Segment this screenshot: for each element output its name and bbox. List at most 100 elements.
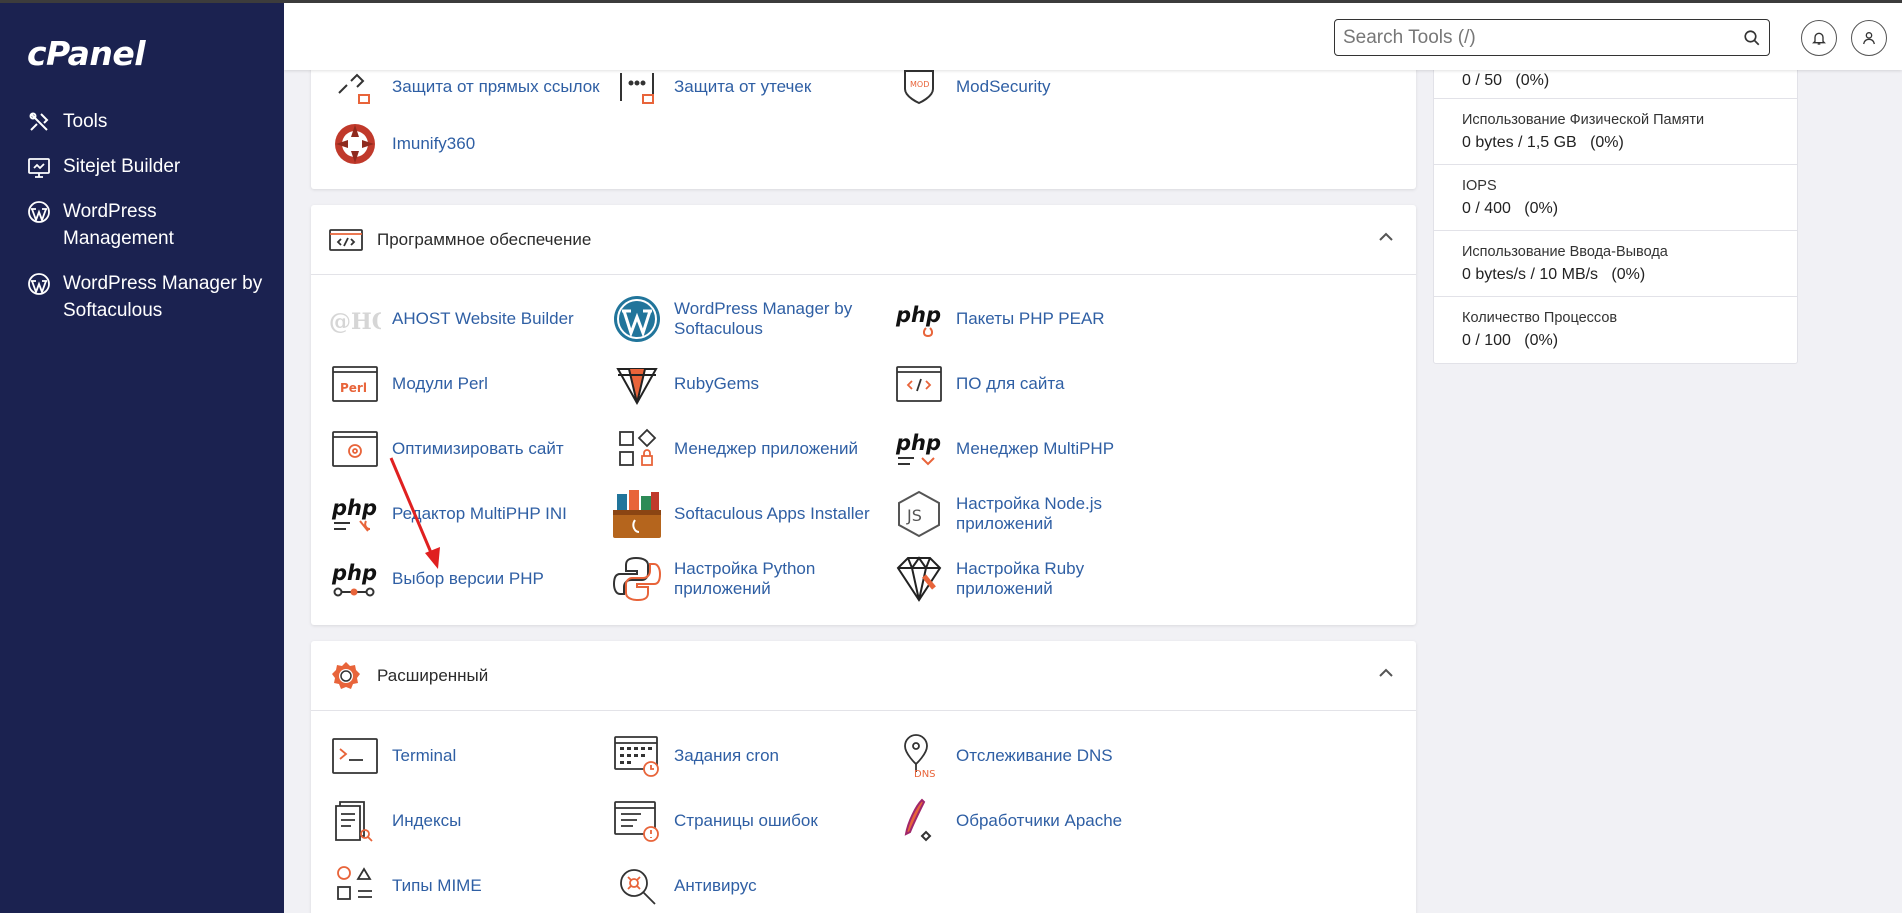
tool-softaculous-apps-installer[interactable]: Softaculous Apps Installer	[611, 487, 893, 541]
wordpress-icon	[28, 273, 50, 295]
notifications-button[interactable]	[1801, 20, 1837, 56]
window-top-border	[0, 0, 1902, 3]
tool-imunify360[interactable]: Imunify360	[329, 117, 611, 171]
tools-icon	[29, 112, 49, 131]
stat-row: Использование Физической Памяти 0 bytes …	[1434, 99, 1797, 165]
tool-php-pear[interactable]: php Пакеты PHP PEAR	[893, 292, 1175, 346]
tool-wordpress-manager[interactable]: WordPress Manager by Softaculous	[611, 292, 893, 346]
cron-icon	[611, 730, 663, 782]
gear-icon	[329, 659, 363, 693]
tool-site-software[interactable]: ПО для сайта	[893, 357, 1175, 411]
sidebar-item-label: Tools	[63, 111, 108, 132]
tool-perl-modules[interactable]: Perl Модули Perl	[329, 357, 611, 411]
panel-title: Программное обеспечение	[377, 229, 592, 249]
php-pear-icon: php	[893, 293, 945, 345]
multiphp-ini-icon: php	[329, 488, 381, 540]
chevron-up-icon[interactable]	[1378, 668, 1394, 678]
search-input[interactable]	[1343, 26, 1743, 49]
mime-icon	[329, 860, 381, 912]
sidebar: cPanel Tools Sitejet Builder WordPress M…	[0, 0, 284, 913]
indexes-icon	[329, 795, 381, 847]
tool-terminal[interactable]: Terminal	[329, 729, 611, 783]
tool-rubygems[interactable]: RubyGems	[611, 357, 893, 411]
antivirus-icon	[611, 860, 663, 912]
search-icon[interactable]	[1743, 29, 1761, 47]
stat-row: Использование Ввода-Вывода 0 bytes/s / 1…	[1434, 231, 1797, 297]
advanced-panel-header[interactable]: Расширенный	[311, 641, 1416, 711]
stat-row: Количество Процессов 0 / 100 (0%)	[1434, 297, 1797, 363]
sitejet-icon	[28, 158, 50, 178]
stat-value: 0 bytes / 1,5 GB (0%)	[1462, 133, 1624, 151]
svg-text:Perl: Perl	[340, 381, 367, 395]
sidebar-item-wordpress-management[interactable]: WordPress Management	[0, 198, 220, 252]
stat-name: Использование Ввода-Вывода	[1462, 243, 1668, 260]
ahost-icon: @HOST	[329, 293, 381, 345]
tool-cron-jobs[interactable]: Задания cron	[611, 729, 893, 783]
rubygems-icon	[611, 358, 663, 410]
top-bar	[284, 3, 1902, 70]
optimize-icon	[329, 423, 381, 475]
stat-name: IOPS	[1462, 177, 1497, 194]
panel-title: Расширенный	[377, 665, 489, 685]
advanced-panel: Расширенный Terminal Задания cron DNS От…	[311, 641, 1416, 913]
software-panel-header[interactable]: Программное обеспечение	[311, 205, 1416, 275]
stat-value: 0 / 100 (0%)	[1462, 332, 1559, 349]
software-panel: Программное обеспечение @HOST AHOST Webs…	[311, 205, 1416, 625]
svg-text:php: php	[331, 561, 377, 585]
tool-apache-handlers[interactable]: Обработчики Apache	[893, 794, 1175, 848]
tool-application-manager[interactable]: Менеджер приложений	[611, 422, 893, 476]
tool-dns-tracking[interactable]: DNS Отслеживание DNS	[893, 729, 1175, 783]
tool-antivirus[interactable]: Антивирус	[611, 859, 893, 913]
stat-value: 0 / 50 (0%)	[1462, 72, 1550, 89]
php-version-icon: php	[329, 553, 381, 605]
sidebar-item-sitejet[interactable]: Sitejet Builder	[0, 153, 284, 180]
stat-value: 0 / 400 (0%)	[1462, 199, 1559, 217]
wordpress-icon	[611, 293, 663, 345]
site-software-icon	[893, 358, 945, 410]
terminal-icon	[329, 730, 381, 782]
tool-php-version-selector[interactable]: php Выбор версии PHP	[329, 552, 611, 606]
chevron-up-icon[interactable]	[1378, 232, 1394, 242]
imunify360-icon	[329, 118, 381, 170]
code-window-icon	[329, 223, 363, 257]
tool-optimize-website[interactable]: Оптимизировать сайт	[329, 422, 611, 476]
multiphp-manager-icon: php	[893, 423, 945, 475]
dns-icon: DNS	[893, 730, 945, 782]
python-icon	[611, 553, 663, 605]
stat-name: Использование Физической Памяти	[1462, 111, 1705, 128]
tool-indexes[interactable]: Индексы	[329, 794, 611, 848]
apache-handlers-icon	[893, 795, 945, 847]
stat-value: 0 bytes/s / 10 MB/s (0%)	[1462, 265, 1646, 283]
user-menu-button[interactable]	[1851, 20, 1887, 56]
ruby-icon	[893, 553, 945, 605]
sidebar-item-label: WordPress Management	[63, 201, 174, 249]
sidebar-item-label: WordPress Manager by Softaculous	[63, 273, 263, 321]
perl-icon: Perl	[329, 358, 381, 410]
sidebar-item-label: Sitejet Builder	[63, 156, 181, 177]
tool-mime-types[interactable]: Типы MIME	[329, 859, 611, 913]
sidebar-item-tools[interactable]: Tools	[0, 108, 284, 135]
nodejs-icon: JS	[893, 488, 945, 540]
tool-multiphp-manager[interactable]: php Менеджер MultiPHP	[893, 422, 1175, 476]
bell-icon	[1812, 32, 1826, 45]
sidebar-item-wordpress-manager[interactable]: WordPress Manager by Softaculous	[0, 270, 284, 324]
search-box[interactable]	[1334, 19, 1770, 56]
tool-ruby-setup[interactable]: Настройка Ruby приложений	[893, 552, 1175, 606]
stat-row: IOPS 0 / 400 (0%)	[1434, 165, 1797, 231]
wordpress-icon	[28, 201, 50, 223]
tool-ahost-website-builder[interactable]: @HOST AHOST Website Builder	[329, 292, 611, 346]
tool-multiphp-ini-editor[interactable]: php Редактор MultiPHP INI	[329, 487, 611, 541]
tool-nodejs-setup[interactable]: JS Настройка Node.js приложений	[893, 487, 1175, 541]
user-icon	[1863, 32, 1875, 45]
error-pages-icon	[611, 795, 663, 847]
cpanel-logo[interactable]: cPanel	[27, 34, 146, 73]
svg-text:@HOST: @HOST	[329, 309, 381, 335]
stat-name: Количество Процессов	[1462, 310, 1618, 326]
tool-error-pages[interactable]: Страницы ошибок	[611, 794, 893, 848]
svg-text:php: php	[895, 431, 941, 455]
tool-python-setup[interactable]: Настройка Python приложений	[611, 552, 893, 606]
statistics-panel: 0 / 50 (0%) Использование Физической Пам…	[1433, 50, 1798, 364]
svg-text:DNS: DNS	[914, 769, 936, 780]
svg-text:php: php	[331, 496, 377, 520]
app-manager-icon	[611, 423, 663, 475]
